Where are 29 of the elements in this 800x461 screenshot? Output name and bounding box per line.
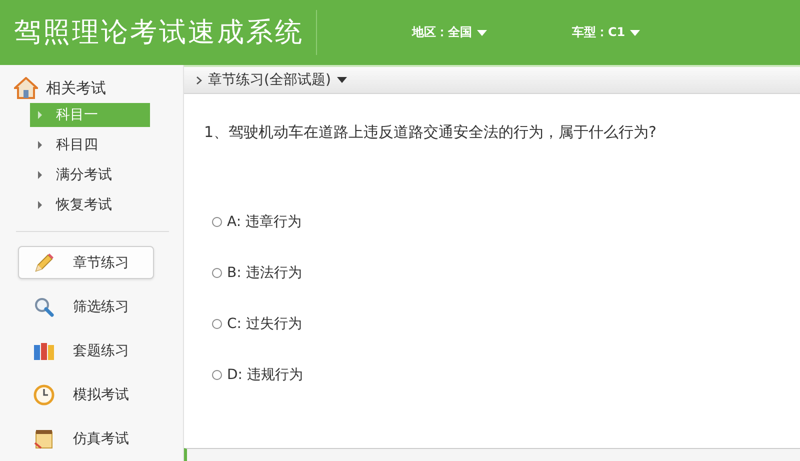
house-icon (14, 77, 38, 99)
practice-button[interactable]: 筛选练习 (18, 290, 154, 323)
radio-button[interactable] (212, 217, 222, 227)
app-title: 驾照理论考试速成系统 (0, 10, 317, 55)
exam-item[interactable]: 恢复考试 (30, 193, 150, 217)
answer-option[interactable]: C: 过失行为 (212, 314, 800, 334)
exam-item[interactable]: 满分考试 (30, 163, 150, 187)
answer-option[interactable]: B: 违法行为 (212, 263, 800, 283)
notepad-icon (33, 428, 55, 450)
practice-button[interactable]: 模拟考试 (18, 378, 154, 411)
pencil-icon (33, 252, 55, 274)
exam-item[interactable]: 科目四 (30, 133, 150, 157)
magnifier-icon (33, 296, 55, 318)
practice-button[interactable]: 章节练习 (18, 246, 154, 279)
radio-button[interactable] (212, 319, 222, 329)
clock-icon (33, 384, 55, 406)
caret-icon (477, 30, 487, 36)
practice-button[interactable]: 仿真考试 (18, 422, 154, 455)
answer-option[interactable]: D: 违规行为 (212, 365, 800, 385)
radio-button[interactable] (212, 370, 222, 380)
breadcrumb-dropdown[interactable]: 章节练习(全部试题) (184, 67, 800, 94)
practice-button[interactable]: 套题练习 (18, 334, 154, 367)
caret-icon (630, 30, 640, 36)
caret-icon (336, 77, 347, 83)
radio-button[interactable] (212, 268, 222, 278)
chevron-icon (196, 76, 202, 84)
section-title: 相关考试 (46, 78, 106, 98)
question-text: 1、驾驶机动车在道路上违反道路交通安全法的行为，属于什么行为? (204, 123, 658, 142)
answer-option[interactable]: A: 违章行为 (212, 212, 800, 232)
